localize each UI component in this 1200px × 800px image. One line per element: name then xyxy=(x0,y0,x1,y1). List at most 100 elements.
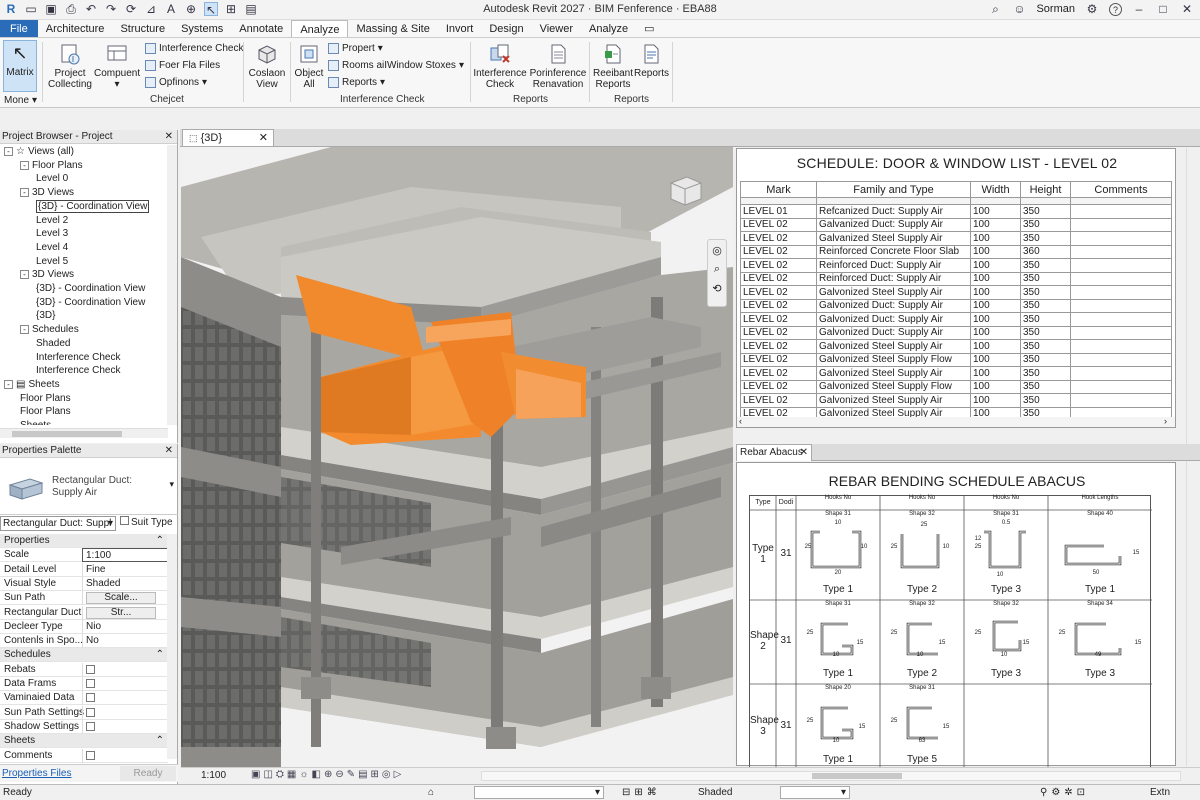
table-cell[interactable]: LEVEL 02 xyxy=(740,339,817,354)
status-icons[interactable]: ⊟⊞⌘ xyxy=(622,785,661,800)
table-cell[interactable] xyxy=(1070,352,1172,367)
select-arrow-icon[interactable]: ↖ xyxy=(204,2,218,17)
properties-files-link[interactable]: Properties Files xyxy=(2,768,71,779)
column-header[interactable]: Width xyxy=(970,181,1021,198)
help-icon[interactable]: ? xyxy=(1109,2,1122,16)
property-row[interactable]: Rectangular Duct Str... xyxy=(0,605,168,620)
property-button[interactable]: Str... xyxy=(86,606,156,619)
tab-systems[interactable]: Systems xyxy=(173,20,231,37)
tab-file[interactable]: File xyxy=(0,20,38,37)
property-row[interactable]: Decleer Type Nio xyxy=(0,619,168,634)
table-cell[interactable]: LEVEL 02 xyxy=(740,271,817,286)
section-sheets[interactable]: Sheets ⌃ xyxy=(0,734,168,749)
browser-hscrollbar[interactable] xyxy=(0,428,168,438)
table-cell[interactable] xyxy=(1070,271,1172,286)
table-cell[interactable]: Galvonized Steel Supply Air xyxy=(816,366,971,381)
sync-icon[interactable]: ⟳ xyxy=(124,2,138,16)
table-cell[interactable]: 360 xyxy=(1020,244,1071,259)
checkbox[interactable] xyxy=(86,664,95,674)
browser-item[interactable]: Interference Check xyxy=(36,351,121,364)
coslaon-view-button[interactable]: Coslaon View xyxy=(246,42,288,90)
table-cell[interactable] xyxy=(1070,393,1172,408)
orbit-icon[interactable]: ⟲ xyxy=(708,282,726,295)
table-row[interactable]: LEVEL 02 Galvonized Steel Supply Air 100 35… xyxy=(740,366,1172,381)
table-cell[interactable]: LEVEL 02 xyxy=(740,217,817,232)
browser-item[interactable]: {3D} - Coordination View xyxy=(36,199,150,213)
table-cell[interactable]: LEVEL 02 xyxy=(740,244,817,259)
table-cell[interactable]: LEVEL 01 xyxy=(740,204,817,219)
table-row[interactable]: LEVEL 02 Galvonized Duct: Supply Air 100 35… xyxy=(740,325,1172,340)
table-cell[interactable]: Reinforced Concrete Floor Slab xyxy=(816,244,971,259)
table-cell[interactable]: 350 xyxy=(1020,339,1071,354)
table-cell[interactable]: 100 xyxy=(970,244,1021,259)
property-value[interactable]: No xyxy=(82,634,168,649)
collapse-icon[interactable]: ⌃ xyxy=(156,648,164,662)
tab-invort[interactable]: Invort xyxy=(438,20,482,37)
table-row[interactable]: LEVEL 01 Refcanized Duct: Supply Air 100 35… xyxy=(740,204,1172,219)
table-cell[interactable]: 100 xyxy=(970,379,1021,394)
door-window-schedule[interactable]: SCHEDULE: DOOR & WINDOW LIST - LEVEL 02 … xyxy=(736,148,1176,428)
tree-toggle-icon[interactable]: - xyxy=(20,160,29,170)
browser-item[interactable]: {3D} - Coordination View xyxy=(36,296,145,309)
table-cell[interactable]: Galvanized Duct: Supply Air xyxy=(816,217,971,232)
browser-item[interactable]: -3D Views xyxy=(20,186,74,199)
close-icon[interactable]: ✕ xyxy=(800,445,808,461)
propert-dropdown[interactable]: Propert ▾ xyxy=(328,41,383,56)
property-row[interactable]: Scale 1:100 xyxy=(0,548,168,563)
table-cell[interactable]: Galvanized Steel Supply Air xyxy=(816,231,971,246)
table-row[interactable]: LEVEL 02 Reinforced Concrete Floor Slab 10… xyxy=(740,244,1172,259)
table-cell[interactable] xyxy=(1070,204,1172,219)
rebar-abacus-tab[interactable]: Rebar Abacus ✕ xyxy=(736,444,812,461)
table-cell[interactable] xyxy=(1070,258,1172,273)
table-cell[interactable]: LEVEL 02 xyxy=(740,312,817,327)
close-icon[interactable]: ✕ xyxy=(1180,2,1194,16)
table-cell[interactable] xyxy=(1070,244,1172,259)
settings-gear-icon[interactable]: ⚙ xyxy=(1085,2,1099,16)
foer-fla-files-button[interactable]: Foer Fla Files xyxy=(145,58,220,73)
table-cell[interactable]: 350 xyxy=(1020,204,1071,219)
scroll-right-icon[interactable]: › xyxy=(1164,416,1167,426)
table-cell[interactable]: 350 xyxy=(1020,379,1071,394)
tree-toggle-icon[interactable]: - xyxy=(20,270,29,280)
column-header[interactable]: Height xyxy=(1020,181,1071,198)
user-icon[interactable]: ☺ xyxy=(1012,2,1026,16)
rebar-bending-schedule[interactable]: REBAR BENDING SCHEDULE ABACUS Type Dodi Ho… xyxy=(736,462,1176,770)
table-cell[interactable]: Reinforced Duct: Supply Air xyxy=(816,258,971,273)
switch-window-icon[interactable]: ▤ xyxy=(244,2,258,16)
table-cell[interactable] xyxy=(1070,231,1172,246)
measure-icon[interactable]: ⊿ xyxy=(144,2,158,16)
table-cell[interactable]: 100 xyxy=(970,339,1021,354)
table-cell[interactable]: 350 xyxy=(1020,217,1071,232)
table-cell[interactable]: 100 xyxy=(970,393,1021,408)
tab-analyze-2[interactable]: Analyze xyxy=(581,20,636,37)
table-cell[interactable] xyxy=(1070,298,1172,313)
section-properties[interactable]: Properties ⌃ xyxy=(0,534,168,548)
browser-item[interactable]: Floor Plans xyxy=(20,405,71,418)
restore-icon[interactable]: □ xyxy=(1156,2,1170,16)
table-row[interactable]: LEVEL 02 Galvonized Steel Supply Air 100 35… xyxy=(740,393,1172,408)
3d-viewport[interactable]: ◎ ⌕ ⟲ xyxy=(181,147,733,767)
scroll-left-icon[interactable]: ‹ xyxy=(739,416,742,426)
browser-item[interactable]: Level 5 xyxy=(36,255,68,268)
browser-item[interactable]: {3D} - Coordination View xyxy=(36,282,145,295)
tab-structure[interactable]: Structure xyxy=(112,20,173,37)
print-icon[interactable]: ⎙ xyxy=(64,2,78,16)
design-option-dropdown[interactable]: ▾ xyxy=(780,786,850,799)
table-cell[interactable]: 350 xyxy=(1020,271,1071,286)
workset-dropdown[interactable]: ▾ xyxy=(474,786,604,799)
extn-label[interactable]: Extn xyxy=(1150,785,1170,800)
tab-annotate[interactable]: Annotate xyxy=(231,20,291,37)
schedule-hscrollbar[interactable]: ‹ › xyxy=(737,416,1175,427)
tab-analyze[interactable]: Analyze xyxy=(291,20,349,37)
table-cell[interactable] xyxy=(1070,285,1172,300)
table-cell[interactable]: Galvonized Steel Supply Air xyxy=(816,339,971,354)
browser-item[interactable]: - ▤ Sheets xyxy=(4,378,60,391)
checkbox[interactable] xyxy=(86,721,95,731)
tree-toggle-icon[interactable]: - xyxy=(20,187,29,197)
property-value[interactable]: 1:100 xyxy=(82,548,168,563)
section-schedules[interactable]: Schedules ⌃ xyxy=(0,648,168,663)
property-row[interactable]: Sun Path Settings xyxy=(0,705,168,720)
table-cell[interactable]: Galvonized Steel Supply Flow xyxy=(816,352,971,367)
table-cell[interactable]: 100 xyxy=(970,312,1021,327)
property-value[interactable]: Nio xyxy=(82,619,168,634)
